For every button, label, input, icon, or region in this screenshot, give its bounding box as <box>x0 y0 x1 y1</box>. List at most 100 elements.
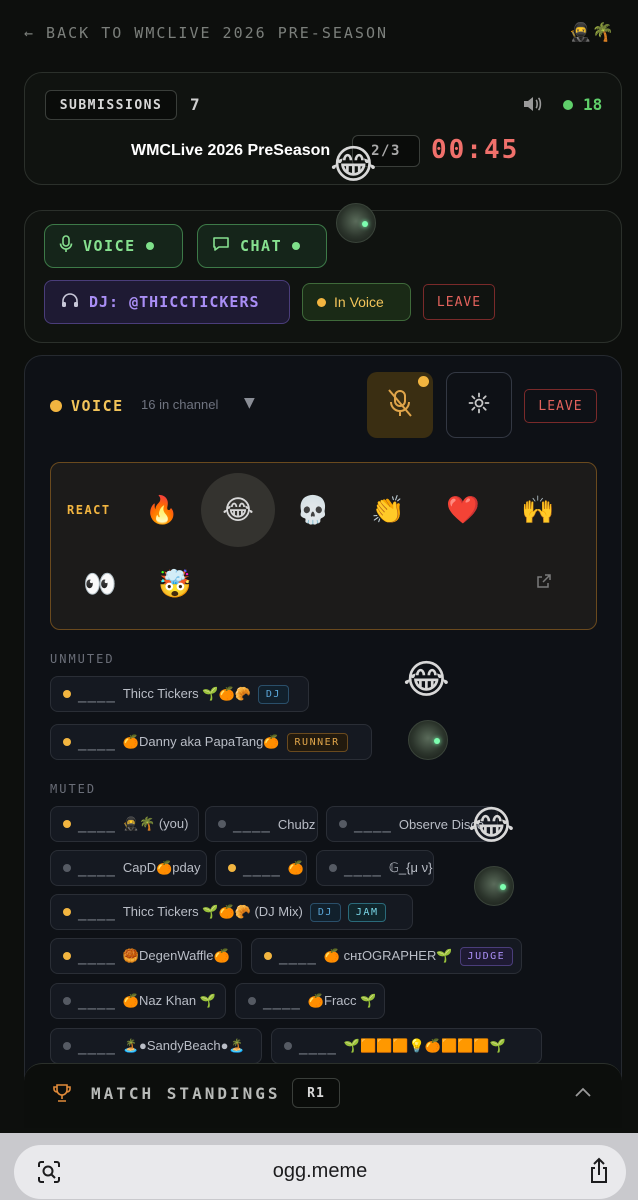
leave-voice-button[interactable]: LEAVE <box>524 389 597 423</box>
status-dot <box>228 864 236 872</box>
status-dot <box>63 908 71 916</box>
audio-level-icon: ▁▁▁▁ <box>344 864 382 877</box>
standings-title: MATCH STANDINGS <box>91 1084 281 1103</box>
muted-section-label: MUTED <box>50 782 97 796</box>
submissions-count: 7 <box>190 95 200 114</box>
browser-toolbar: ogg.meme <box>0 1133 638 1200</box>
status-dot <box>63 952 71 960</box>
match-standings-bar[interactable]: MATCH STANDINGS R1 <box>24 1063 622 1128</box>
audio-level-icon: ▁▁▁▁ <box>78 997 116 1010</box>
participant-item[interactable]: ▁▁▁▁ 🍊Danny aka PapaTang🍊 RUNNER <box>50 724 372 760</box>
online-count: 18 <box>583 95 603 114</box>
status-dot <box>63 997 71 1005</box>
participant-item[interactable]: ▁▁▁▁ 🏝️●SandyBeach●🏝️ <box>50 1028 262 1064</box>
mute-indicator-dot <box>418 376 429 387</box>
participant-item[interactable]: ▁▁▁▁ Thicc Tickers 🌱🍊🥐 DJ <box>50 676 309 712</box>
status-dot <box>284 1042 292 1050</box>
in-voice-status[interactable]: In Voice <box>302 283 411 321</box>
status-dot <box>329 864 337 872</box>
mute-toggle-button[interactable] <box>367 372 433 438</box>
settings-button[interactable] <box>446 372 512 438</box>
audio-level-icon: ▁▁▁▁ <box>78 952 116 965</box>
connection-card: VOICE CHAT DJ: @THICCTICKERS In Voice LE… <box>24 210 622 343</box>
voice-button-label: VOICE <box>83 237 136 255</box>
participant-item[interactable]: ▁▁▁▁ 🍊Fracc 🌱 <box>235 983 385 1019</box>
participant-name: 🌱🟧🟧🟧💡🍊🟧🟧🟧🌱 <box>343 1038 506 1053</box>
countdown-timer: 00:45 <box>431 135 520 165</box>
audio-level-icon: ▁▁▁▁ <box>279 952 317 965</box>
participant-name: 𝔾_{μ ν} <box>388 860 433 875</box>
chevron-up-icon[interactable] <box>575 1082 591 1101</box>
participant-name: Thicc Tickers 🌱🍊🥐 (DJ Mix) <box>122 904 303 919</box>
participant-item[interactable]: ▁▁▁▁ Chubz <box>205 806 318 842</box>
voice-channel-dot <box>50 400 62 412</box>
reaction-eyes[interactable]: 👀 <box>63 547 137 621</box>
participant-name: 🍊Naz Khan 🌱 <box>122 993 216 1008</box>
share-icon[interactable] <box>588 1157 610 1189</box>
dj-button-label: DJ: @THICCTICKERS <box>89 293 260 311</box>
participant-item[interactable]: ▁▁▁▁ Thicc Tickers 🌱🍊🥐 (DJ Mix) DJ JAM <box>50 894 413 930</box>
reaction-clap[interactable]: 👏 <box>351 473 425 547</box>
voice-button[interactable]: VOICE <box>44 224 183 268</box>
round-badge: R1 <box>292 1078 340 1108</box>
avatar <box>474 866 514 906</box>
back-link[interactable]: ← BACK TO WMCLIVE 2026 PRE-SEASON <box>24 24 388 42</box>
participant-name: 🥷🌴 (you) <box>122 816 189 831</box>
voice-channel-title: VOICE <box>71 397 124 415</box>
chat-button[interactable]: CHAT <box>197 224 327 268</box>
participant-item[interactable]: ▁▁▁▁ 🥮DegenWaffle🍊 <box>50 938 242 974</box>
chevron-down-icon[interactable]: ▼ <box>244 395 255 411</box>
react-label: REACT <box>67 503 111 517</box>
voice-channel-panel: VOICE 16 in channel ▼ LEAVE REACT 🔥 😂 💀 … <box>24 355 622 1115</box>
dj-button[interactable]: DJ: @THICCTICKERS <box>44 280 290 324</box>
unmuted-section-label: UNMUTED <box>50 652 115 666</box>
online-indicator <box>563 100 573 110</box>
trophy-icon <box>52 1083 72 1108</box>
address-bar[interactable]: ogg.meme <box>14 1145 626 1199</box>
avatar <box>408 720 448 760</box>
participant-name: 🍊Danny aka PapaTang🍊 <box>122 734 280 749</box>
mic-icon <box>59 235 73 257</box>
participant-item[interactable]: ▁▁▁▁ 𝔾_{μ ν} <box>316 850 434 886</box>
chat-status-dot <box>292 242 301 250</box>
participant-item[interactable]: ▁▁▁▁ 🍊 <box>215 850 307 886</box>
status-dot <box>339 820 347 828</box>
speaker-icon[interactable] <box>522 95 542 118</box>
chat-button-label: CHAT <box>240 237 283 255</box>
user-emoji-badge[interactable]: 🥷🌴 <box>569 22 614 43</box>
status-dot <box>63 864 71 872</box>
audio-level-icon: ▁▁▁▁ <box>299 1042 337 1055</box>
voice-status-dot <box>145 242 154 250</box>
audio-level-icon: ▁▁▁▁ <box>78 738 116 751</box>
leave-button[interactable]: LEAVE <box>423 284 495 320</box>
floating-laugh-emoji: 😂 <box>403 657 450 703</box>
participant-item[interactable]: ▁▁▁▁ 🍊 ᴄʜɪOGRAPHER🌱 JUDGE <box>251 938 522 974</box>
reaction-skull[interactable]: 💀 <box>276 473 350 547</box>
reaction-mind-blown[interactable]: 🤯 <box>138 547 212 621</box>
participant-item[interactable]: ▁▁▁▁ CapD🍊pday <box>50 850 207 886</box>
url-text: ogg.meme <box>272 1160 368 1182</box>
in-voice-dot <box>317 297 326 307</box>
audio-level-icon: ▁▁▁▁ <box>354 820 392 833</box>
external-link-icon[interactable] <box>536 573 552 593</box>
participant-name: Chubz <box>277 816 316 832</box>
status-dot <box>63 820 71 828</box>
participant-name: 🍊 <box>287 860 305 875</box>
match-info-card: SUBMISSIONS 7 18 WMCLive 2026 PreSeason … <box>24 72 622 185</box>
participant-item[interactable]: ▁▁▁▁ 🍊Naz Khan 🌱 <box>50 983 226 1019</box>
audio-level-icon: ▁▁▁▁ <box>78 820 116 833</box>
audio-level-icon: ▁▁▁▁ <box>78 1042 116 1055</box>
react-panel: REACT 🔥 😂 💀 👏 ❤️ 🙌 👀 🤯 <box>50 462 597 630</box>
participant-name: 🍊Fracc 🌱 <box>307 993 377 1008</box>
participant-name: 🥮DegenWaffle🍊 <box>122 948 230 963</box>
participant-name: Thicc Tickers 🌱🍊🥐 <box>122 686 251 701</box>
reaction-heart[interactable]: ❤️ <box>426 473 500 547</box>
headphones-icon <box>61 292 79 312</box>
reaction-laugh[interactable]: 😂 <box>201 473 275 547</box>
role-tag: RUNNER <box>286 732 348 752</box>
participant-item[interactable]: ▁▁▁▁ 🌱🟧🟧🟧💡🍊🟧🟧🟧🌱 <box>271 1028 542 1064</box>
reaction-fire[interactable]: 🔥 <box>125 473 199 547</box>
participant-item[interactable]: ▁▁▁▁ 🥷🌴 (you) <box>50 806 199 842</box>
reaction-raised-hands[interactable]: 🙌 <box>501 473 575 547</box>
audio-level-icon: ▁▁▁▁ <box>78 690 116 703</box>
